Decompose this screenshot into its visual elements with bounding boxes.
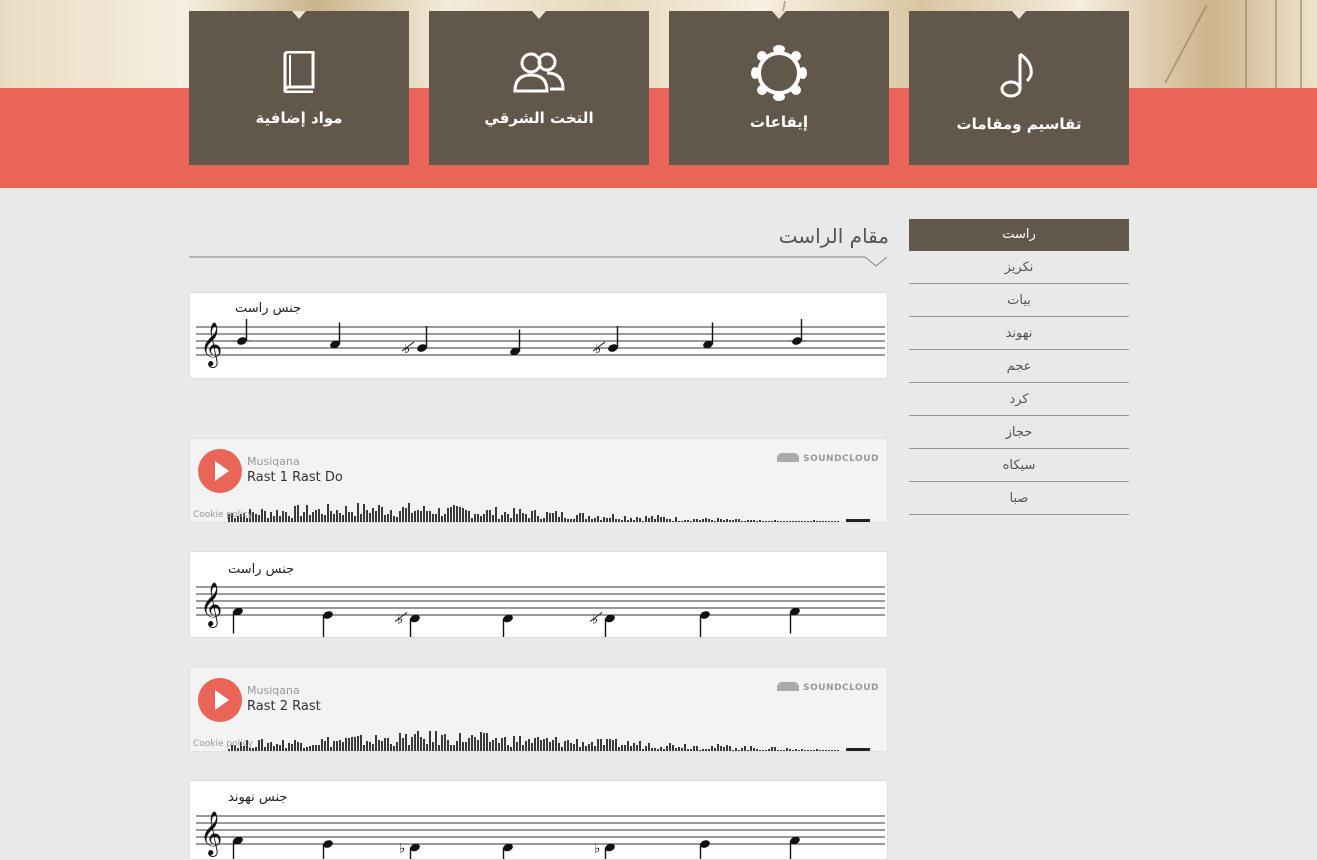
nav-tile-label: التخت الشرقي bbox=[484, 109, 594, 127]
nav-tile-label: إيقاعات bbox=[749, 113, 809, 131]
notation-card-rast-2: جنس راست 𝄞 ♭ ♭ bbox=[189, 551, 888, 638]
tambourine-icon bbox=[669, 43, 889, 103]
nav-tile-extra-materials[interactable]: مواد إضافية bbox=[189, 11, 409, 165]
sidebar-item-7[interactable]: سيكاه bbox=[909, 450, 1129, 482]
sidebar-item-1[interactable]: نكريز bbox=[909, 252, 1129, 284]
music-staff: 𝄞 ♭ ♭ bbox=[196, 811, 885, 859]
play-button[interactable] bbox=[198, 678, 242, 722]
svg-text:♭: ♭ bbox=[594, 842, 600, 857]
svg-text:♭: ♭ bbox=[595, 342, 601, 357]
music-staff: 𝄞 ♭ ♭ bbox=[196, 582, 885, 637]
waveform[interactable] bbox=[228, 728, 888, 752]
track-artist[interactable]: Musiqana bbox=[247, 455, 300, 468]
nav-tile-label: تقاسيم ومقامات bbox=[956, 115, 1082, 133]
cookie-policy-link[interactable]: Cookie policy bbox=[193, 739, 253, 749]
sidebar-item-0[interactable]: راست bbox=[909, 219, 1129, 251]
sidebar-item-5[interactable]: كرد bbox=[909, 384, 1129, 416]
svg-text:𝄞: 𝄞 bbox=[200, 322, 222, 368]
nav-tile-ensemble[interactable]: التخت الشرقي bbox=[429, 11, 649, 165]
sidebar-item-3[interactable]: نهوند bbox=[909, 318, 1129, 350]
soundcloud-brand: SOUNDCLOUD bbox=[803, 454, 879, 464]
track-title[interactable]: Rast 2 Rast bbox=[247, 699, 321, 714]
svg-text:𝄞: 𝄞 bbox=[200, 582, 222, 628]
users-icon bbox=[429, 51, 649, 93]
soundcloud-logo[interactable]: SOUNDCLOUD bbox=[777, 682, 879, 693]
nav-tile-rhythms[interactable]: إيقاعات bbox=[669, 11, 889, 165]
svg-text:♭: ♭ bbox=[404, 342, 410, 357]
book-icon bbox=[189, 51, 409, 93]
sidebar-item-4[interactable]: عجم bbox=[909, 351, 1129, 383]
nav-tile-taqasim-maqamat[interactable]: تقاسيم ومقامات bbox=[909, 11, 1129, 165]
cloud-icon bbox=[777, 453, 800, 462]
music-staff: 𝄞 ♭ ♭ bbox=[196, 319, 885, 368]
soundcloud-brand: SOUNDCLOUD bbox=[803, 683, 879, 693]
page-title: مقام الراست bbox=[778, 224, 889, 248]
title-underline bbox=[189, 256, 888, 267]
soundcloud-player-2: Musiqana Rast 2 Rast SOUNDCLOUD Cookie p… bbox=[189, 667, 888, 752]
cloud-icon bbox=[777, 682, 800, 691]
track-artist[interactable]: Musiqana bbox=[247, 684, 300, 697]
svg-text:♭: ♭ bbox=[397, 613, 403, 628]
sidebar-item-6[interactable]: حجاز bbox=[909, 417, 1129, 449]
svg-text:𝄞: 𝄞 bbox=[200, 811, 222, 857]
notation-card-nahawand: جنس نهوند 𝄞 ♭ ♭ bbox=[189, 780, 888, 860]
sidebar-item-8[interactable]: صبا bbox=[909, 483, 1129, 515]
music-note-icon bbox=[909, 51, 1129, 99]
notation-card-rast-1: جنس راست 𝄞 ♭ ♭ bbox=[189, 292, 888, 379]
play-button[interactable] bbox=[198, 449, 242, 493]
svg-text:♭: ♭ bbox=[399, 842, 405, 857]
maqam-sidebar: راست نكريز بيات نهوند عجم كرد حجاز سيكاه صبا bbox=[909, 219, 1129, 516]
soundcloud-logo[interactable]: SOUNDCLOUD bbox=[777, 453, 879, 464]
sidebar-item-2[interactable]: بيات bbox=[909, 285, 1129, 317]
waveform[interactable] bbox=[228, 499, 888, 523]
soundcloud-player-1: Musiqana Rast 1 Rast Do SOUNDCLOUD Cooki… bbox=[189, 438, 888, 523]
track-title[interactable]: Rast 1 Rast Do bbox=[247, 470, 343, 485]
nav-tile-label: مواد إضافية bbox=[255, 109, 343, 127]
cookie-policy-link[interactable]: Cookie policy bbox=[193, 510, 253, 520]
svg-text:♭: ♭ bbox=[592, 613, 598, 628]
